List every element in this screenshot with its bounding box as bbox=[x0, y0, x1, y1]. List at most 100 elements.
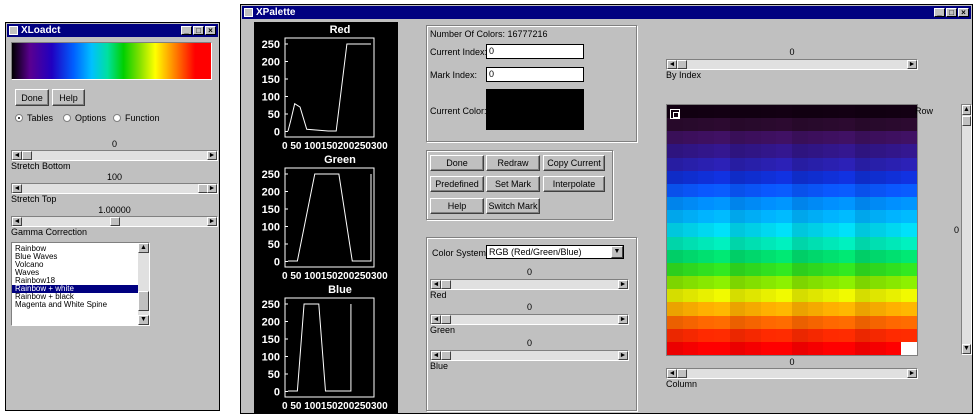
grid-cell[interactable] bbox=[729, 183, 746, 198]
grid-cell[interactable] bbox=[823, 302, 839, 316]
grid-cell[interactable] bbox=[870, 328, 886, 343]
grid-cell[interactable] bbox=[713, 223, 730, 237]
scroll-right-icon[interactable]: ► bbox=[207, 184, 217, 193]
grid-cell[interactable] bbox=[807, 302, 824, 316]
slider-thumb[interactable] bbox=[441, 280, 451, 289]
grid-cell[interactable] bbox=[838, 197, 855, 211]
grid-cell[interactable] bbox=[870, 276, 886, 290]
grid-cell[interactable] bbox=[682, 197, 699, 211]
grid-cell[interactable] bbox=[901, 262, 918, 277]
grid-cell[interactable] bbox=[682, 131, 699, 145]
grid-cell[interactable] bbox=[713, 236, 730, 250]
scroll-left-icon[interactable]: ◄ bbox=[12, 151, 22, 160]
grid-cell[interactable] bbox=[823, 262, 839, 277]
red-slider[interactable]: ◄ ► bbox=[430, 279, 629, 290]
grid-cell[interactable] bbox=[807, 328, 824, 343]
grid-cell[interactable] bbox=[838, 328, 855, 343]
slider-thumb[interactable] bbox=[110, 217, 120, 226]
grid-cell[interactable] bbox=[713, 289, 730, 303]
grid-cell[interactable] bbox=[823, 249, 839, 264]
grid-cell[interactable] bbox=[776, 276, 793, 290]
grid-cell[interactable] bbox=[698, 223, 714, 237]
grid-cell[interactable] bbox=[729, 236, 746, 250]
grid-cell[interactable] bbox=[682, 105, 699, 119]
set-mark-button[interactable]: Set Mark bbox=[486, 176, 540, 192]
grid-cell[interactable] bbox=[807, 131, 824, 145]
list-scroll-thumb[interactable] bbox=[138, 291, 149, 311]
color-system-select[interactable]: RGB (Red/Green/Blue) ▼ bbox=[486, 245, 624, 259]
grid-cell[interactable] bbox=[823, 105, 839, 119]
grid-cell[interactable] bbox=[885, 118, 902, 132]
grid-cell[interactable] bbox=[901, 210, 918, 224]
grid-cell[interactable] bbox=[729, 105, 746, 119]
grid-cell[interactable] bbox=[698, 144, 714, 158]
grid-cell[interactable] bbox=[792, 105, 808, 119]
by-index-slider[interactable]: ◄ ► bbox=[666, 59, 918, 70]
grid-cell[interactable] bbox=[823, 289, 839, 303]
grid-cell[interactable] bbox=[729, 210, 746, 224]
grid-cell[interactable] bbox=[667, 210, 683, 224]
grid-cell[interactable] bbox=[698, 210, 714, 224]
scroll-left-icon[interactable]: ◄ bbox=[431, 315, 441, 324]
grid-cell[interactable] bbox=[698, 289, 714, 303]
scroll-down-icon[interactable]: ▼ bbox=[962, 344, 971, 354]
xpalette-titlebar[interactable]: XPalette _ □ × bbox=[242, 6, 971, 19]
grid-cell[interactable] bbox=[823, 118, 839, 132]
grid-cell[interactable] bbox=[901, 223, 918, 237]
grid-cell[interactable] bbox=[667, 249, 683, 264]
grid-cell[interactable] bbox=[713, 328, 730, 343]
grid-cell[interactable] bbox=[792, 144, 808, 158]
grid-cell[interactable] bbox=[870, 210, 886, 224]
grid-cell[interactable] bbox=[776, 328, 793, 343]
grid-cell[interactable] bbox=[823, 315, 839, 329]
green-slider[interactable]: ◄ ► bbox=[430, 314, 629, 325]
grid-cell[interactable] bbox=[870, 157, 886, 171]
grid-cell[interactable] bbox=[760, 210, 777, 224]
grid-cell[interactable] bbox=[729, 289, 746, 303]
list-item[interactable]: Magenta and White Spine bbox=[12, 301, 138, 309]
grid-cell[interactable] bbox=[745, 315, 761, 329]
grid-cell[interactable] bbox=[698, 328, 714, 343]
grid-cell[interactable] bbox=[729, 341, 746, 356]
radio-tables[interactable] bbox=[15, 114, 23, 122]
grid-cell[interactable] bbox=[838, 170, 855, 185]
slider-thumb[interactable] bbox=[441, 315, 451, 324]
grid-cell[interactable] bbox=[885, 210, 902, 224]
grid-cell[interactable] bbox=[745, 328, 761, 343]
grid-cell[interactable] bbox=[698, 276, 714, 290]
slider-thumb[interactable] bbox=[677, 369, 687, 378]
grid-cell[interactable] bbox=[745, 341, 761, 356]
grid-cell[interactable] bbox=[885, 276, 902, 290]
grid-cell[interactable] bbox=[713, 118, 730, 132]
grid-cell[interactable] bbox=[870, 144, 886, 158]
done-button[interactable]: Done bbox=[15, 89, 49, 106]
grid-cell[interactable] bbox=[870, 302, 886, 316]
grid-cell[interactable] bbox=[698, 341, 714, 356]
grid-cell[interactable] bbox=[792, 197, 808, 211]
grid-cell[interactable] bbox=[807, 236, 824, 250]
scroll-right-icon[interactable]: ► bbox=[618, 351, 628, 360]
grid-cell[interactable] bbox=[854, 328, 871, 343]
grid-cell[interactable] bbox=[760, 276, 777, 290]
grid-cell[interactable] bbox=[682, 262, 699, 277]
grid-cell[interactable] bbox=[838, 302, 855, 316]
grid-cell[interactable] bbox=[745, 105, 761, 119]
switch-mark-button[interactable]: Switch Mark bbox=[486, 198, 540, 214]
grid-cell[interactable] bbox=[729, 262, 746, 277]
grid-cell[interactable] bbox=[885, 328, 902, 343]
grid-cell[interactable] bbox=[713, 249, 730, 264]
grid-cell[interactable] bbox=[760, 157, 777, 171]
grid-cell[interactable] bbox=[713, 210, 730, 224]
grid-cell[interactable] bbox=[667, 341, 683, 356]
grid-cell[interactable] bbox=[885, 249, 902, 264]
grid-cell[interactable] bbox=[807, 144, 824, 158]
grid-cell[interactable] bbox=[698, 183, 714, 198]
grid-cell[interactable] bbox=[854, 131, 871, 145]
grid-cell[interactable] bbox=[807, 210, 824, 224]
xloadct-titlebar[interactable]: XLoadct _ □ × bbox=[7, 24, 218, 37]
grid-cell[interactable] bbox=[760, 105, 777, 119]
grid-cell[interactable] bbox=[698, 118, 714, 132]
grid-cell[interactable] bbox=[870, 315, 886, 329]
grid-cell[interactable] bbox=[745, 157, 761, 171]
grid-cell[interactable] bbox=[667, 223, 683, 237]
